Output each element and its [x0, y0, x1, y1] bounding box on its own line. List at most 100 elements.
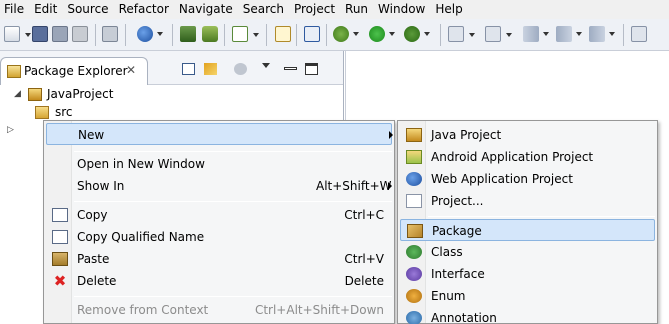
- package-explorer-tab[interactable]: Package Explorer ✕: [0, 57, 148, 85]
- tree-item-project[interactable]: ◢ JavaProject: [0, 85, 340, 103]
- avd-manager-icon[interactable]: [202, 26, 218, 42]
- new-java-project-icon[interactable]: [275, 26, 291, 42]
- open-type-icon[interactable]: [102, 26, 118, 42]
- menu-bar: File Edit Source Refactor Navigate Searc…: [0, 0, 669, 19]
- view-menu-icon[interactable]: [262, 63, 270, 68]
- menu-window[interactable]: Window: [374, 0, 431, 19]
- submenu-item-enum[interactable]: Enum: [400, 285, 655, 307]
- menu-label-copy-qualified-name: Copy Qualified Name: [77, 230, 205, 244]
- menu-search[interactable]: Search: [239, 0, 290, 19]
- debug-icon[interactable]: [333, 26, 359, 42]
- next-annotation-icon[interactable]: [448, 26, 475, 42]
- submenu-item-interface[interactable]: Interface: [400, 263, 655, 285]
- menu-item-paste[interactable]: Paste Ctrl+V: [46, 248, 392, 270]
- submenu-label-class: Class: [431, 245, 463, 259]
- back-icon[interactable]: [523, 26, 549, 42]
- menu-refactor[interactable]: Refactor: [115, 0, 175, 19]
- menu-label-show-in: Show In: [77, 179, 125, 193]
- submenu-item-android-project[interactable]: Android Application Project: [400, 146, 655, 168]
- package-explorer-header: Package Explorer ✕: [0, 51, 343, 85]
- submenu-label-package: Package: [432, 224, 482, 238]
- submenu-arrow-icon: [389, 131, 393, 139]
- submenu-label-enum: Enum: [431, 289, 466, 303]
- package-icon: [407, 224, 423, 238]
- maximize-icon[interactable]: [305, 63, 318, 75]
- menu-accel-paste: Ctrl+V: [344, 252, 384, 266]
- save-all-icon[interactable]: [52, 26, 68, 42]
- annotation-icon: [406, 311, 422, 324]
- submenu-item-annotation[interactable]: Annotation: [400, 307, 655, 324]
- menu-item-open-new-window[interactable]: Open in New Window: [46, 153, 392, 175]
- forward-icon[interactable]: [589, 26, 615, 42]
- print-icon[interactable]: [72, 26, 88, 42]
- android-project-icon: [406, 150, 422, 164]
- new-wizard-icon[interactable]: [4, 26, 31, 42]
- external-tools-icon[interactable]: [404, 26, 430, 42]
- close-icon[interactable]: ✕: [126, 63, 136, 77]
- menu-accel-remove-from-context: Ctrl+Alt+Shift+Down: [254, 303, 384, 317]
- package-explorer-title: Package Explorer: [24, 64, 128, 78]
- back-icon-2[interactable]: [556, 26, 582, 42]
- copy-icon: [52, 208, 68, 222]
- submenu-label-java-project: Java Project: [431, 128, 502, 142]
- menu-label-open-new-window: Open in New Window: [77, 157, 205, 171]
- run-icon[interactable]: [369, 26, 395, 42]
- submenu-label-android-project: Android Application Project: [431, 150, 594, 164]
- task-icon[interactable]: [232, 26, 259, 42]
- menu-project[interactable]: Project: [290, 0, 341, 19]
- enum-icon: [406, 289, 422, 303]
- submenu-item-project[interactable]: Project...: [400, 190, 655, 212]
- menu-label-copy: Copy: [77, 208, 108, 222]
- menu-file[interactable]: File: [0, 0, 30, 19]
- paste-icon: [52, 252, 68, 266]
- tree-label-project: JavaProject: [47, 87, 114, 101]
- web-app-icon[interactable]: [137, 26, 163, 42]
- web-app-icon: [406, 172, 422, 186]
- expanded-twisty-icon[interactable]: ◢: [14, 85, 21, 103]
- menu-item-new[interactable]: New: [46, 123, 393, 145]
- menu-accel-delete: Delete: [344, 274, 384, 288]
- menu-item-delete[interactable]: ✖ Delete Delete: [46, 270, 392, 292]
- focus-icon[interactable]: [234, 63, 247, 75]
- submenu-label-annotation: Annotation: [431, 311, 497, 324]
- submenu-item-package[interactable]: Package: [400, 219, 655, 241]
- main-toolbar: [0, 19, 669, 51]
- menu-item-copy-qualified-name[interactable]: Copy Qualified Name: [46, 226, 392, 248]
- copy-qualified-name-icon: [52, 230, 68, 244]
- menu-item-copy[interactable]: Copy Ctrl+C: [46, 204, 392, 226]
- minimize-icon[interactable]: [284, 67, 297, 70]
- package-explorer-icon: [7, 65, 21, 78]
- pin-editor-icon[interactable]: [631, 26, 647, 42]
- menu-run[interactable]: Run: [341, 0, 374, 19]
- tree-item-src[interactable]: src: [0, 103, 340, 121]
- menu-navigate[interactable]: Navigate: [175, 0, 239, 19]
- submenu-item-class[interactable]: Class: [400, 241, 655, 263]
- new-submenu: Java Project Android Application Project…: [397, 120, 658, 324]
- collapsed-twisty-icon[interactable]: ▷: [7, 125, 14, 135]
- submenu-label-web-application-project: Web Application Project: [431, 172, 573, 186]
- menu-accel-show-in: Alt+Shift+W: [316, 179, 392, 193]
- previous-annotation-icon[interactable]: [485, 26, 512, 42]
- submenu-arrow-icon: [388, 182, 392, 190]
- menu-label-new: New: [78, 128, 105, 142]
- submenu-item-java-project[interactable]: Java Project: [400, 124, 655, 146]
- submenu-label-project: Project...: [431, 194, 484, 208]
- menu-item-show-in[interactable]: Show In Alt+Shift+W: [46, 175, 392, 197]
- sdk-manager-icon[interactable]: [180, 26, 196, 42]
- menu-label-paste: Paste: [77, 252, 110, 266]
- submenu-label-interface: Interface: [431, 267, 485, 281]
- interface-icon: [406, 267, 422, 281]
- menu-source[interactable]: Source: [63, 0, 114, 19]
- link-with-editor-icon[interactable]: [204, 63, 217, 75]
- menu-edit[interactable]: Edit: [30, 0, 63, 19]
- class-icon: [406, 245, 422, 259]
- menu-accel-copy: Ctrl+C: [344, 208, 384, 222]
- skip-breakpoints-icon[interactable]: [304, 26, 320, 42]
- menu-help[interactable]: Help: [431, 0, 468, 19]
- menu-label-delete: Delete: [77, 274, 117, 288]
- submenu-item-web-application-project[interactable]: Web Application Project: [400, 168, 655, 190]
- save-icon[interactable]: [32, 26, 48, 42]
- collapse-all-icon[interactable]: [182, 63, 195, 75]
- menu-item-remove-from-context[interactable]: Remove from Context Ctrl+Alt+Shift+Down: [46, 299, 392, 321]
- tree-label-src: src: [55, 105, 73, 119]
